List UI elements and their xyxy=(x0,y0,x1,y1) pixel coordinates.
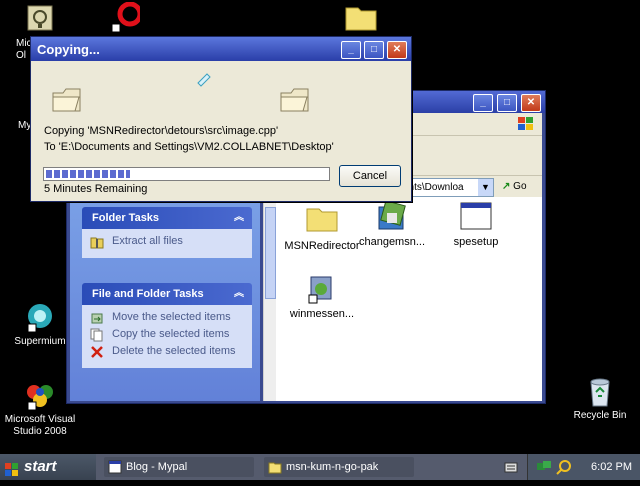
file-list-pane: MSNRedirector changemsn... spesetup winm… xyxy=(276,197,542,401)
scroll-thumb[interactable] xyxy=(265,207,276,299)
desktop-icon-label: Recycle Bin xyxy=(573,410,627,421)
browser-page-icon xyxy=(108,460,122,474)
folder-tasks-panel: Folder Tasks ︽ Extract all files xyxy=(82,207,252,258)
task-label: Extract all files xyxy=(112,235,183,247)
copy-icon xyxy=(90,328,104,342)
time-remaining-text: 5 Minutes Remaining xyxy=(44,183,148,195)
folder-tasks-title: Folder Tasks xyxy=(92,212,160,224)
visual-studio-icon xyxy=(24,380,56,412)
close-button[interactable]: ✕ xyxy=(521,94,541,112)
dialog-title: Copying... xyxy=(37,42,100,57)
task-delete-selected[interactable]: Delete the selected items xyxy=(90,345,244,358)
file-folder-tasks-panel: File and Folder Tasks ︽ Move the selecte… xyxy=(82,283,252,368)
collapse-chevron-icon[interactable]: ︽ xyxy=(234,283,244,305)
desktop-icon-folder-top[interactable] xyxy=(320,2,400,36)
window-exe-icon xyxy=(459,199,493,233)
folder-icon xyxy=(305,203,339,237)
go-label: Go xyxy=(513,181,527,192)
task-extract-all[interactable]: Extract all files xyxy=(90,235,244,249)
installer-icon xyxy=(375,199,409,233)
system-tray: 6:02 PM xyxy=(527,454,640,480)
minimize-button[interactable]: _ xyxy=(341,41,361,59)
go-arrow-icon: ↗ xyxy=(502,181,511,192)
address-text: ents\Downloa xyxy=(403,182,464,193)
file-name: spesetup xyxy=(453,236,499,248)
opera-shortcut-icon xyxy=(108,1,143,34)
go-button[interactable]: ↗ Go xyxy=(502,178,527,195)
taskbar-button-folder[interactable]: msn-kum-n-go-pak xyxy=(264,457,414,477)
close-button[interactable]: ✕ xyxy=(387,41,407,59)
copying-file-text: Copying 'MSNRedirector\detours\src\image… xyxy=(44,125,279,137)
task-move-selected[interactable]: Move the selected items xyxy=(90,311,244,324)
source-folder-icon xyxy=(51,85,83,118)
network-icon[interactable] xyxy=(536,459,552,478)
keyboard-icon[interactable] xyxy=(504,460,518,477)
taskbar: start Blog - Mypal msn-kum-n-go-pak 6:02… xyxy=(0,454,640,480)
flying-document-icon xyxy=(195,71,213,92)
start-button[interactable]: start xyxy=(0,454,96,480)
folder-icon xyxy=(268,460,282,474)
delete-x-icon xyxy=(90,345,104,359)
address-input[interactable]: ents\Downloa ▼ xyxy=(400,178,494,197)
task-label: Delete the selected items xyxy=(112,345,236,357)
copy-progress-bar xyxy=(43,167,330,181)
folder-tasks-body: Extract all files xyxy=(82,229,252,258)
desktop-icon-label: Microsoft Visual Studio 2008 xyxy=(4,414,76,437)
task-pane-scrollbar[interactable] xyxy=(263,197,276,401)
folder-tasks-header[interactable]: Folder Tasks ︽ xyxy=(82,207,252,229)
task-label: Move the selected items xyxy=(112,311,231,323)
file-name: changemsn... xyxy=(358,236,426,248)
task-label: Copy the selected items xyxy=(112,328,230,340)
file-item-winmessen[interactable]: winmessen... xyxy=(282,271,362,320)
windows-flag-icon xyxy=(5,460,19,476)
file-name: winmessen... xyxy=(289,308,355,320)
desktop-icon-recycle-bin[interactable]: Recycle Bin xyxy=(560,376,640,422)
task-pane: Folder Tasks ︽ Extract all files File an… xyxy=(70,197,260,401)
minimize-button[interactable]: _ xyxy=(473,94,493,112)
taskbar-button-label: Blog - Mypal xyxy=(126,461,188,473)
setup-package-icon xyxy=(305,271,339,305)
file-item-changemsn[interactable]: changemsn... xyxy=(352,199,432,248)
collapse-chevron-icon[interactable]: ︽ xyxy=(234,207,244,229)
folder-icon xyxy=(344,2,377,34)
destination-folder-icon xyxy=(279,85,311,118)
progress-fill xyxy=(46,170,130,178)
chevron-down-icon[interactable]: ▼ xyxy=(478,179,493,196)
start-label: start xyxy=(24,458,57,475)
taskbar-button-blog[interactable]: Blog - Mypal xyxy=(104,457,254,477)
file-item-spesetup[interactable]: spesetup xyxy=(436,199,516,248)
maximize-button[interactable]: □ xyxy=(364,41,384,59)
maximize-button[interactable]: □ xyxy=(497,94,517,112)
clock[interactable]: 6:02 PM xyxy=(591,454,632,480)
cancel-button[interactable]: Cancel xyxy=(339,165,401,187)
task-copy-selected[interactable]: Copy the selected items xyxy=(90,328,244,342)
zip-folder-icon xyxy=(90,235,104,249)
file-item-msnredirector[interactable]: MSNRedirector xyxy=(282,203,362,252)
move-icon xyxy=(90,311,104,325)
desktop-icon-opera[interactable] xyxy=(84,1,164,36)
file-folder-tasks-body: Move the selected items Copy the selecte… xyxy=(82,305,252,368)
file-name: MSNRedirector xyxy=(284,240,360,252)
supermium-browser-icon xyxy=(24,302,56,334)
recycle-bin-icon xyxy=(584,376,616,408)
windows-logo-icon xyxy=(516,115,536,136)
copy-progress-dialog: Copying... _ □ ✕ Copying 'MSNRedirector\… xyxy=(30,36,412,202)
file-folder-tasks-header[interactable]: File and Folder Tasks ︽ xyxy=(82,283,252,305)
dialog-titlebar[interactable]: Copying... _ □ ✕ xyxy=(31,37,411,61)
outlook-shortcut-icon xyxy=(24,4,56,36)
copy-destination-text: To 'E:\Documents and Settings\VM2.COLLAB… xyxy=(44,141,334,153)
taskbar-button-label: msn-kum-n-go-pak xyxy=(286,461,379,473)
file-folder-tasks-title: File and Folder Tasks xyxy=(92,288,204,300)
search-icon[interactable] xyxy=(556,459,572,478)
